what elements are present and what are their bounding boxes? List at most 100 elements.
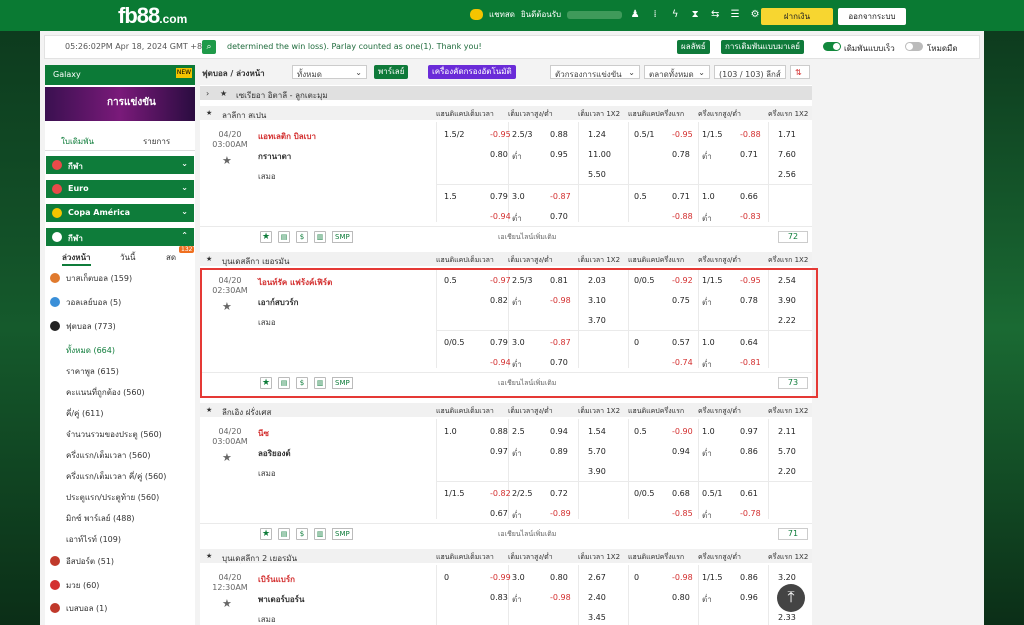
market-count[interactable]: 72 (778, 231, 808, 243)
star-icon[interactable]: ★ (222, 154, 232, 167)
away-team[interactable]: พาเดอร์บอร์น (258, 593, 304, 606)
star-icon[interactable]: ★ (260, 528, 272, 540)
market-count[interactable]: 71 (778, 528, 808, 540)
logout-button[interactable]: ออกจากระบบ (838, 8, 906, 25)
category-sports-2[interactable]: กีฬา ⌃ (46, 228, 194, 246)
football-sub-pool[interactable]: ราคาพูล (615) (66, 365, 119, 378)
odds-cell[interactable]: 0.67 (490, 509, 508, 518)
odds-cell[interactable]: 0.86 (740, 573, 758, 582)
odds-cell[interactable]: -0.94 (490, 358, 511, 367)
odds-cell[interactable]: -0.85 (672, 509, 693, 518)
odds-cell[interactable]: 0.70 (550, 212, 568, 221)
odds-cell[interactable]: 0.82 (490, 296, 508, 305)
star-icon[interactable]: ★ (260, 231, 272, 243)
odds-cell[interactable]: 3.20 (778, 573, 796, 582)
odds-cell[interactable]: -0.82 (490, 489, 511, 498)
star-icon[interactable]: ★ (206, 255, 212, 263)
odds-cell[interactable]: 0.61 (740, 489, 758, 498)
football-sub-first-last-goal[interactable]: ประตูแรก/ประตูท้าย (560) (66, 491, 159, 504)
odds-cell[interactable]: -0.87 (550, 192, 571, 201)
odds-cell[interactable]: -0.87 (550, 338, 571, 347)
odds-cell[interactable]: 0.96 (740, 593, 758, 602)
odds-cell[interactable]: 0.78 (672, 150, 690, 159)
odds-cell[interactable]: 0.64 (740, 338, 758, 347)
sport-volleyball[interactable]: วอลเลย์บอล (5) (50, 296, 121, 310)
dollar-icon[interactable]: $ (296, 231, 308, 243)
odds-cell[interactable]: 0.89 (550, 447, 568, 456)
chevron-right-icon[interactable]: › (206, 89, 209, 98)
tab-today[interactable]: วันนี้ (120, 251, 135, 264)
odds-cell[interactable]: -0.95 (672, 130, 693, 139)
odds-cell[interactable]: -0.89 (550, 509, 571, 518)
home-team[interactable]: ไอนท์รัค แฟร้งค์เฟิร์ต (258, 276, 332, 289)
odds-cell[interactable]: 1.54 (588, 427, 606, 436)
category-copa-america[interactable]: Copa América ⌄ (46, 204, 194, 222)
sport-esports[interactable]: อีสปอร์ต (51) (50, 555, 114, 569)
sport-basketball[interactable]: บาสเก็ตบอล (159) (50, 272, 132, 286)
odds-cell[interactable]: -0.97 (490, 276, 511, 285)
sport-football[interactable]: ฟุตบอล (773) (50, 320, 116, 334)
star-icon[interactable]: ★ (222, 300, 232, 313)
sort-select[interactable]: ตัวกรองการแข่งขัน ⌄ (550, 65, 640, 79)
announcement-marquee[interactable]: determined the win loss). Parlay counted… (227, 42, 482, 51)
league-select[interactable]: ทั้งหมด ⌄ (292, 65, 367, 79)
vs-icon[interactable]: ⧗ (688, 9, 702, 20)
chat-label[interactable]: แชทสด (489, 8, 515, 21)
odds-cell[interactable]: -0.98 (550, 593, 571, 602)
league-header[interactable]: › ★ เซเรียอา อิตาลี - ลูกเตะมุม (200, 86, 812, 100)
chart-icon[interactable]: ▥ (314, 528, 326, 540)
results-button[interactable]: ผลลัพธ์ (677, 40, 710, 54)
odds-cell[interactable]: -0.92 (672, 276, 693, 285)
odds-cell[interactable]: -0.99 (490, 573, 511, 582)
smp-button[interactable]: SMP (332, 528, 353, 540)
odds-cell[interactable]: 0.79 (490, 338, 508, 347)
football-sub-all[interactable]: ทั้งหมด (664) (66, 344, 115, 357)
dark-mode-toggle[interactable] (905, 42, 923, 51)
star-icon[interactable]: ★ (220, 89, 227, 98)
odds-cell[interactable]: 0.68 (672, 489, 690, 498)
odds-cell[interactable]: 0.71 (740, 150, 758, 159)
smp-button[interactable]: SMP (332, 377, 353, 389)
quick-bet-toggle[interactable] (823, 42, 841, 51)
odds-cell[interactable]: 0.80 (672, 593, 690, 602)
galaxy-banner[interactable]: Galaxy (45, 65, 195, 85)
odds-cell[interactable]: 0.83 (490, 593, 508, 602)
odds-cell[interactable]: 0.66 (740, 192, 758, 201)
odds-cell[interactable]: 2.54 (778, 276, 796, 285)
odds-cell[interactable]: 5.70 (588, 447, 606, 456)
football-sub-ht-ft-odd-even[interactable]: ครึ่งแรก/เต็มเวลา คี่/คู่ (560) (66, 470, 166, 483)
smp-button[interactable]: SMP (332, 231, 353, 243)
star-icon[interactable]: ★ (206, 109, 212, 117)
more-lines-link[interactable]: เอเชียนไลน์เพิ่มเติม (498, 529, 556, 540)
dollar-icon[interactable]: $ (296, 377, 308, 389)
odds-cell[interactable]: 0.80 (550, 573, 568, 582)
odds-cell[interactable]: 7.60 (778, 150, 796, 159)
odds-cell[interactable]: 3.45 (588, 613, 606, 622)
odds-cell[interactable]: -0.95 (490, 130, 511, 139)
odds-cell[interactable]: 5.70 (778, 447, 796, 456)
odds-cell[interactable]: 2.03 (588, 276, 606, 285)
sport-boxing[interactable]: มวย (60) (50, 579, 99, 593)
odds-cell[interactable]: 11.00 (588, 150, 611, 159)
sport-baseball[interactable]: เบสบอล (1) (50, 602, 107, 616)
stats-icon[interactable]: ▤ (278, 231, 290, 243)
tab-bet-list[interactable]: รายการ (143, 135, 170, 148)
chat-icon[interactable] (470, 9, 483, 20)
odds-cell[interactable]: 0.95 (550, 150, 568, 159)
odds-cell[interactable]: 0.81 (550, 276, 568, 285)
odds-cell[interactable]: 0.70 (550, 358, 568, 367)
away-team[interactable]: เอาก์สบวร์ก (258, 296, 298, 309)
promo-banner[interactable]: การแข่งขัน (45, 87, 195, 121)
football-sub-outright[interactable]: เอาท์ไรท์ (109) (66, 533, 121, 546)
odds-cell[interactable]: -0.83 (740, 212, 761, 221)
home-team[interactable]: นีซ (258, 427, 269, 440)
football-sub-odd-even[interactable]: คี่/คู่ (611) (66, 407, 103, 420)
odds-cell[interactable]: 1.71 (778, 130, 796, 139)
odds-cell[interactable]: 0.78 (740, 296, 758, 305)
odds-cell[interactable]: 2.20 (778, 467, 796, 476)
football-sub-mix-parlay[interactable]: มิกซ์ พาร์เลย์ (488) (66, 512, 135, 525)
dollar-icon[interactable]: $ (296, 528, 308, 540)
stats-icon[interactable]: ▤ (278, 377, 290, 389)
parlay-button[interactable]: พาร์เลย์ (374, 65, 409, 79)
odds-cell[interactable]: 3.90 (778, 296, 796, 305)
